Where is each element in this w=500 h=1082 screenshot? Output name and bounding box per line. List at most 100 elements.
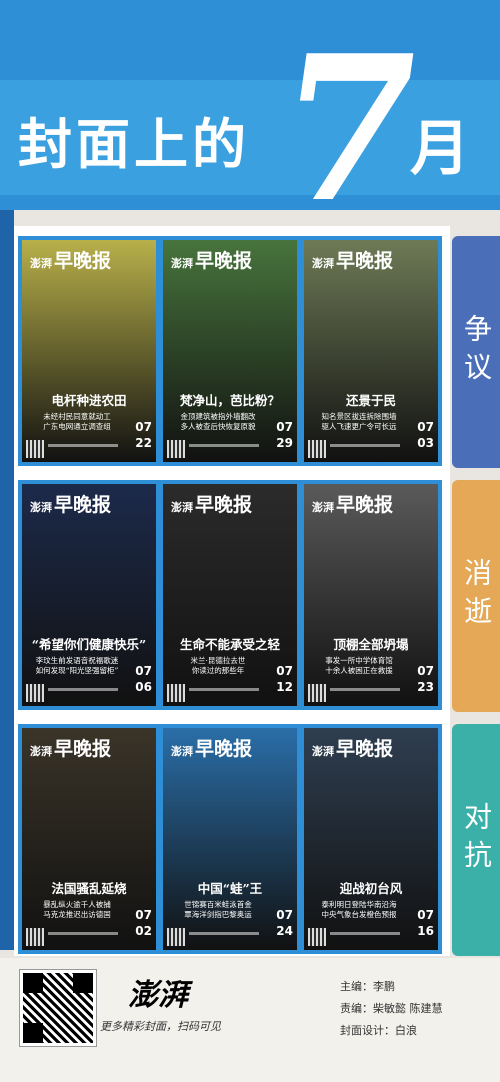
cover-footer-line xyxy=(48,932,118,935)
cover-qr-icon xyxy=(26,684,44,702)
cover-footer-line xyxy=(330,444,400,447)
cover-card[interactable]: 澎湃 早晚报 还景于民 知名景区拔连拆除围墙 驱人飞速更广令可长远 07 03 xyxy=(304,240,438,462)
cover-card[interactable]: 澎湃 早晚报 梵净山，芭比粉？ 金顶建筑被指外墙翻改 多人被查后快恢复原貌 07 … xyxy=(163,240,297,462)
category-label: 消逝 xyxy=(460,558,493,634)
card-logo: 澎湃 早晚报 xyxy=(171,490,252,517)
credit-editors: 责编：柴敏懿 陈建慧 xyxy=(340,1002,443,1015)
cover-headline: 生命不能承受之轻 xyxy=(179,637,280,652)
cover-headline: 中国“蛙”王 xyxy=(197,881,263,896)
category-label: 争议 xyxy=(460,314,493,390)
cover-subtitle: 暴乱纵火逾千人被捕 马克龙推迟出访德国 xyxy=(43,900,111,919)
cover-day: 29 xyxy=(276,436,293,450)
title-seven: 7 xyxy=(263,12,436,210)
cover-day: 06 xyxy=(135,680,152,694)
logo-big: 早晚报 xyxy=(336,250,394,272)
card-logo: 澎湃 早晚报 xyxy=(312,246,393,273)
card-logo: 澎湃 早晚报 xyxy=(312,490,393,517)
logo-small: 澎湃 xyxy=(312,257,334,270)
category-tab: 争议 xyxy=(452,236,500,468)
cover-footer-line xyxy=(189,444,259,447)
category-tab: 消逝 xyxy=(452,480,500,712)
cover-footer-line xyxy=(48,688,118,691)
cover-card[interactable]: 澎湃 早晚报 迎战初台风 泰利明日登陆华南沿海 中央气象台发橙色预报 07 16 xyxy=(304,728,438,950)
cover-month: 07 xyxy=(417,908,434,922)
cover-month: 07 xyxy=(135,664,152,678)
cover-subtitle: 知名景区拔连拆除围墙 驱人飞速更广令可长远 xyxy=(321,412,397,431)
page-title: 封面上的 xyxy=(18,112,250,176)
logo-small: 澎湃 xyxy=(30,745,52,758)
cover-row: 澎湃 早晚报 “希望你们健康快乐” 李玟生前发语音祝福歌迷 如何发现“阳光坚强留柜… xyxy=(18,480,442,710)
cover-headline: 迎战初台风 xyxy=(339,881,403,896)
logo-big: 早晚报 xyxy=(195,494,253,516)
logo-big: 早晚报 xyxy=(54,250,112,272)
slogan: 更多精彩封面，扫码可见 xyxy=(100,1020,221,1033)
cover-footer-line xyxy=(189,688,259,691)
cover-month: 07 xyxy=(276,908,293,922)
cover-month: 07 xyxy=(417,664,434,678)
cover-day: 22 xyxy=(135,436,152,450)
cover-card[interactable]: 澎湃 早晚报 电杆种进农田 未经村民同意就动工 广东电网通立调查组 07 22 xyxy=(22,240,156,462)
header: 封面上的 7 月 xyxy=(0,0,500,210)
cover-subtitle: 世锦赛百米蛙泳首金 覃海洋剑指巴黎奥运 xyxy=(184,900,252,919)
cover-qr-icon xyxy=(308,928,326,946)
logo-small: 澎湃 xyxy=(30,501,52,514)
logo-big: 早晚报 xyxy=(195,250,253,272)
card-logo: 澎湃 早晚报 xyxy=(171,246,252,273)
cover-qr-icon xyxy=(167,440,185,458)
cover-card[interactable]: 澎湃 早晚报 中国“蛙”王 世锦赛百米蛙泳首金 覃海洋剑指巴黎奥运 07 24 xyxy=(163,728,297,950)
card-logo: 澎湃 早晚报 xyxy=(30,246,111,273)
cover-subtitle: 李玟生前发语音祝福歌迷 如何发现“阳光坚强留柜” xyxy=(35,656,119,675)
logo-small: 澎湃 xyxy=(171,745,193,758)
cover-footer-line xyxy=(189,932,259,935)
left-strip xyxy=(0,210,14,950)
cover-month: 07 xyxy=(135,420,152,434)
title-month: 月 xyxy=(410,114,470,184)
qr-code[interactable] xyxy=(20,970,96,1046)
cover-qr-icon xyxy=(167,684,185,702)
cover-footer-line xyxy=(330,688,400,691)
cover-headline: 梵净山，芭比粉？ xyxy=(179,393,280,408)
cover-subtitle: 泰利明日登陆华南沿海 中央气象台发橙色预报 xyxy=(321,900,397,919)
cover-qr-icon xyxy=(167,928,185,946)
category-tab: 对抗 xyxy=(452,724,500,956)
brand-logo: 澎湃 xyxy=(128,978,188,1013)
card-logo: 澎湃 早晚报 xyxy=(171,734,252,761)
cover-subtitle: 事发一所中学体育馆 十余人被困正在救援 xyxy=(325,656,393,675)
credit-design: 封面设计：白浪 xyxy=(340,1024,417,1037)
cover-card[interactable]: 澎湃 早晚报 “希望你们健康快乐” 李玟生前发语音祝福歌迷 如何发现“阳光坚强留柜… xyxy=(22,484,156,706)
cover-day: 23 xyxy=(417,680,434,694)
logo-big: 早晚报 xyxy=(54,738,112,760)
cover-card[interactable]: 澎湃 早晚报 法国骚乱延烧 暴乱纵火逾千人被捕 马克龙推迟出访德国 07 02 xyxy=(22,728,156,950)
cover-day: 16 xyxy=(417,924,434,938)
logo-small: 澎湃 xyxy=(30,257,52,270)
cover-subtitle: 金顶建筑被指外墙翻改 多人被查后快恢复原貌 xyxy=(180,412,256,431)
cover-qr-icon xyxy=(308,684,326,702)
cover-subtitle: 未经村民同意就动工 广东电网通立调查组 xyxy=(43,412,111,431)
cover-headline: 法国骚乱延烧 xyxy=(51,881,127,896)
card-logo: 澎湃 早晚报 xyxy=(312,734,393,761)
cover-row: 澎湃 早晚报 法国骚乱延烧 暴乱纵火逾千人被捕 马克龙推迟出访德国 07 02 澎… xyxy=(18,724,442,954)
cover-headline: 电杆种进农田 xyxy=(51,393,127,408)
credit-chief: 主编：李鹏 xyxy=(340,980,395,993)
logo-small: 澎湃 xyxy=(312,745,334,758)
cover-row: 澎湃 早晚报 电杆种进农田 未经村民同意就动工 广东电网通立调查组 07 22 澎… xyxy=(18,236,442,466)
logo-small: 澎湃 xyxy=(171,501,193,514)
logo-small: 澎湃 xyxy=(171,257,193,270)
cover-headline: “希望你们健康快乐” xyxy=(31,637,147,652)
cover-month: 07 xyxy=(135,908,152,922)
cover-month: 07 xyxy=(417,420,434,434)
cover-headline: 还景于民 xyxy=(345,393,396,408)
cover-footer-line xyxy=(330,932,400,935)
cover-card[interactable]: 澎湃 早晚报 顶棚全部坍塌 事发一所中学体育馆 十余人被困正在救援 07 23 xyxy=(304,484,438,706)
footer: 澎湃 更多精彩封面，扫码可见 主编：李鹏 责编：柴敏懿 陈建慧 封面设计：白浪 xyxy=(0,958,500,1082)
cover-month: 07 xyxy=(276,664,293,678)
cover-qr-icon xyxy=(26,440,44,458)
card-logo: 澎湃 早晚报 xyxy=(30,734,111,761)
cover-card[interactable]: 澎湃 早晚报 生命不能承受之轻 米兰·昆德拉去世 你读过的那些年 07 12 xyxy=(163,484,297,706)
logo-small: 澎湃 xyxy=(312,501,334,514)
cover-headline: 顶棚全部坍塌 xyxy=(333,637,409,652)
card-logo: 澎湃 早晚报 xyxy=(30,490,111,517)
category-label: 对抗 xyxy=(460,802,493,878)
logo-big: 早晚报 xyxy=(195,738,253,760)
cover-qr-icon xyxy=(26,928,44,946)
